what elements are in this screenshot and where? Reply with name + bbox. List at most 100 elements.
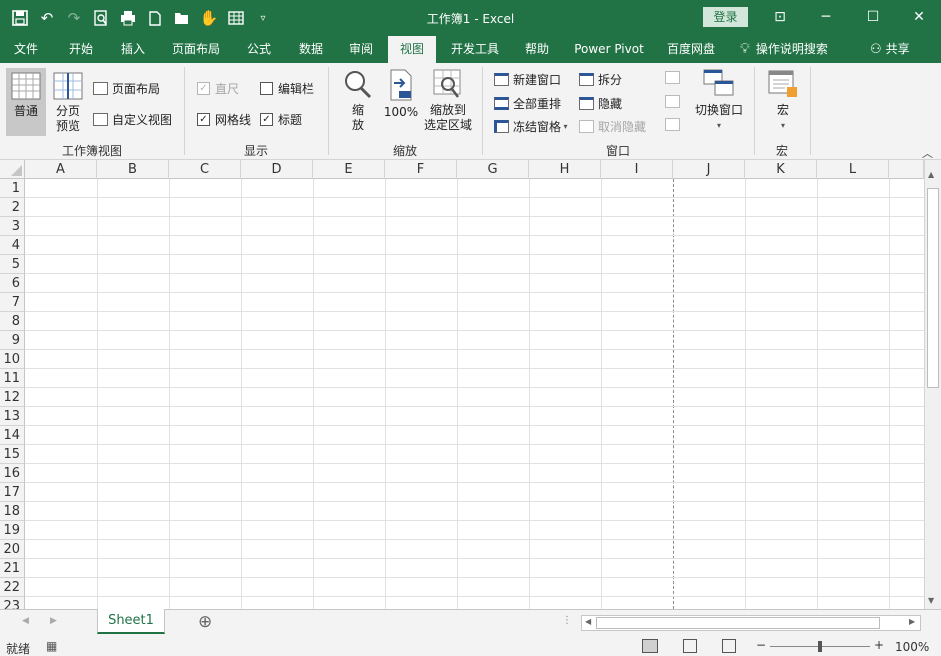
row-header-23[interactable]: 23 (0, 597, 25, 609)
normal-view-button[interactable]: 普通 (6, 68, 46, 136)
row-header-8[interactable]: 8 (0, 312, 25, 331)
page-layout-status-icon[interactable] (683, 639, 697, 653)
zoom-slider-thumb[interactable] (818, 641, 822, 652)
column-header-a[interactable]: A (25, 160, 97, 179)
maximize-icon[interactable]: ☐ (853, 4, 893, 30)
scroll-up-icon[interactable]: ▲ (928, 170, 934, 179)
tab-help[interactable]: 帮助 (514, 36, 560, 63)
zoom-level[interactable]: 100% (895, 640, 929, 654)
vertical-scrollbar[interactable]: ▲ ▼ (924, 160, 941, 610)
tab-page-layout[interactable]: 页面布局 (166, 36, 226, 63)
column-header-g[interactable]: G (457, 160, 529, 179)
row-header-15[interactable]: 15 (0, 445, 25, 464)
column-header-j[interactable]: J (673, 160, 745, 179)
row-header-17[interactable]: 17 (0, 483, 25, 502)
login-button[interactable]: 登录 (703, 7, 748, 27)
switch-windows-button[interactable]: 切换窗口 ▾ (692, 69, 746, 133)
close-icon[interactable]: ✕ (899, 4, 939, 30)
tab-insert[interactable]: 插入 (110, 36, 156, 63)
split-button[interactable]: 拆分 (579, 71, 622, 88)
row-header-16[interactable]: 16 (0, 464, 25, 483)
row-header-9[interactable]: 9 (0, 331, 25, 350)
column-header-partial[interactable] (889, 160, 924, 179)
row-header-5[interactable]: 5 (0, 255, 25, 274)
page-break-preview-status-icon[interactable] (722, 639, 736, 653)
macro-record-icon[interactable]: ▦ (46, 639, 57, 653)
custom-views-button[interactable]: 自定义视图 (93, 111, 172, 128)
column-header-l[interactable]: L (817, 160, 889, 179)
synchronous-scrolling-button[interactable] (665, 95, 684, 108)
scroll-sheets-right-icon[interactable]: ▶ (50, 616, 57, 626)
row-header-12[interactable]: 12 (0, 388, 25, 407)
column-header-i[interactable]: I (601, 160, 673, 179)
tab-power-pivot[interactable]: Power Pivot (570, 36, 648, 63)
tab-split-handle-icon[interactable]: ⋮ (562, 615, 572, 626)
ruler-checkbox[interactable]: ✓ 直尺 (197, 80, 239, 97)
vertical-scroll-thumb[interactable] (927, 188, 939, 388)
row-header-18[interactable]: 18 (0, 502, 25, 521)
tab-file[interactable]: 文件 (4, 36, 48, 63)
page-layout-view-button[interactable]: 页面布局 (93, 80, 160, 97)
ribbon-display-options-icon[interactable]: ⊡ (760, 4, 800, 30)
tab-developer[interactable]: 开发工具 (444, 36, 506, 63)
sheet-tab-sheet1[interactable]: Sheet1 (97, 609, 165, 634)
row-header-13[interactable]: 13 (0, 407, 25, 426)
row-header-1[interactable]: 1 (0, 179, 25, 198)
select-all-corner[interactable] (0, 160, 25, 179)
tab-home[interactable]: 开始 (58, 36, 104, 63)
row-header-2[interactable]: 2 (0, 198, 25, 217)
reset-window-position-button[interactable] (665, 118, 684, 131)
row-header-3[interactable]: 3 (0, 217, 25, 236)
tab-data[interactable]: 数据 (288, 36, 334, 63)
formula-bar-checkbox[interactable]: 编辑栏 (260, 80, 314, 97)
scroll-down-icon[interactable]: ▼ (928, 596, 934, 605)
scroll-sheets-left-icon[interactable]: ◀ (22, 616, 29, 626)
add-sheet-icon[interactable]: ⊕ (198, 612, 212, 632)
headings-checkbox[interactable]: ✓ 标题 (260, 111, 302, 128)
row-header-6[interactable]: 6 (0, 274, 25, 293)
row-header-4[interactable]: 4 (0, 236, 25, 255)
new-window-button[interactable]: 新建窗口 (494, 71, 561, 88)
freeze-panes-button[interactable]: 冻结窗格 ▾ (494, 118, 568, 135)
zoom-slider[interactable] (770, 641, 870, 652)
row-header-10[interactable]: 10 (0, 350, 25, 369)
horizontal-scroll-thumb[interactable] (596, 617, 880, 629)
unhide-window-button[interactable]: 取消隐藏 (579, 118, 646, 135)
row-header-22[interactable]: 22 (0, 578, 25, 597)
view-side-by-side-button[interactable] (665, 71, 684, 84)
zoom-to-selection-button[interactable]: 缩放到 选定区域 (422, 69, 474, 133)
row-header-20[interactable]: 20 (0, 540, 25, 559)
row-header-14[interactable]: 14 (0, 426, 25, 445)
minimize-icon[interactable]: ─ (806, 4, 846, 30)
column-header-d[interactable]: D (241, 160, 313, 179)
scroll-left-icon[interactable]: ◀ (585, 617, 591, 626)
column-header-c[interactable]: C (169, 160, 241, 179)
horizontal-scrollbar[interactable]: ◀ ▶ (581, 615, 921, 631)
column-header-b[interactable]: B (97, 160, 169, 179)
worksheet-grid[interactable]: 1 2 3 4 5 6 7 8 9 10 11 12 13 14 15 16 1… (0, 179, 924, 609)
column-header-k[interactable]: K (745, 160, 817, 179)
zoom-in-icon[interactable]: + (874, 638, 884, 652)
macros-button[interactable]: 宏 ▾ (764, 69, 802, 133)
row-header-11[interactable]: 11 (0, 369, 25, 388)
tab-formulas[interactable]: 公式 (236, 36, 282, 63)
page-break-preview-button[interactable]: 分页 预览 (50, 68, 86, 134)
row-header-21[interactable]: 21 (0, 559, 25, 578)
arrange-all-button[interactable]: 全部重排 (494, 95, 561, 112)
row-header-19[interactable]: 19 (0, 521, 25, 540)
column-header-e[interactable]: E (313, 160, 385, 179)
hide-window-button[interactable]: 隐藏 (579, 95, 622, 112)
zoom-100-button[interactable]: 100% (383, 69, 419, 120)
tab-baidu-netdisk[interactable]: 百度网盘 (660, 36, 722, 63)
tab-review[interactable]: 审阅 (338, 36, 384, 63)
column-header-f[interactable]: F (385, 160, 457, 179)
zoom-button[interactable]: 缩 放 (340, 69, 376, 133)
normal-view-status-icon[interactable] (642, 639, 658, 653)
zoom-out-icon[interactable]: − (756, 638, 766, 652)
tell-me-search[interactable]: 💡︎ 操作说明搜索 (740, 36, 848, 63)
row-header-7[interactable]: 7 (0, 293, 25, 312)
column-header-h[interactable]: H (529, 160, 601, 179)
share-button[interactable]: ⚇ 共享 (870, 36, 924, 63)
collapse-ribbon-icon[interactable]: ︿ (922, 145, 933, 161)
tab-view[interactable]: 视图 (388, 36, 436, 63)
